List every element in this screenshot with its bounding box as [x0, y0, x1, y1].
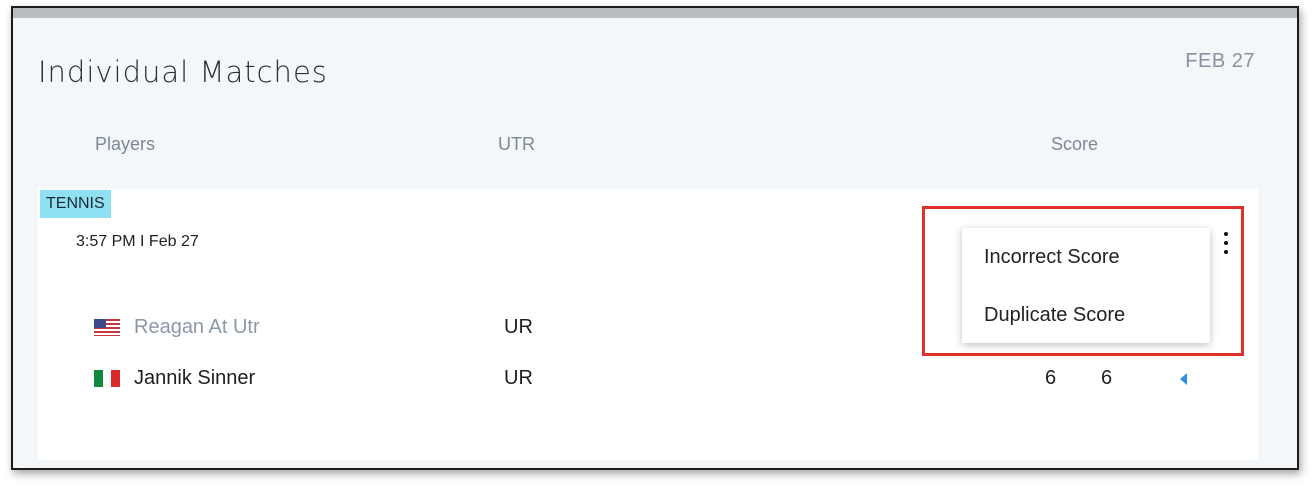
- more-vertical-icon[interactable]: [1220, 230, 1232, 256]
- player-utr: UR: [504, 316, 533, 338]
- column-header-score: Score: [1051, 134, 1099, 154]
- match-time: 3:57 PM I Feb 27: [76, 233, 199, 250]
- date-header: FEB 27: [1185, 50, 1255, 72]
- player-name: Jannik Sinner: [134, 367, 256, 389]
- score-options-menu: Incorrect Score Duplicate Score: [962, 228, 1210, 343]
- player-utr: UR: [504, 367, 533, 389]
- us-flag-icon: [94, 319, 120, 336]
- winner-indicator-icon: [1180, 373, 1187, 385]
- column-header-players: Players: [95, 134, 156, 154]
- sport-tag: TENNIS: [40, 190, 111, 218]
- menu-item-incorrect-score[interactable]: Incorrect Score: [984, 246, 1120, 269]
- player-row: Jannik Sinner UR 6 6: [38, 364, 1258, 392]
- menu-item-duplicate-score[interactable]: Duplicate Score: [984, 304, 1125, 327]
- section-title: Individual Matches: [38, 55, 328, 89]
- set-score: 6: [1101, 367, 1113, 389]
- set-score: 6: [1045, 367, 1057, 389]
- italy-flag-icon: [94, 370, 120, 387]
- column-header-utr: UTR: [498, 134, 535, 154]
- player-name-link[interactable]: Reagan At Utr: [134, 316, 260, 339]
- window-top-bar: [13, 8, 1297, 18]
